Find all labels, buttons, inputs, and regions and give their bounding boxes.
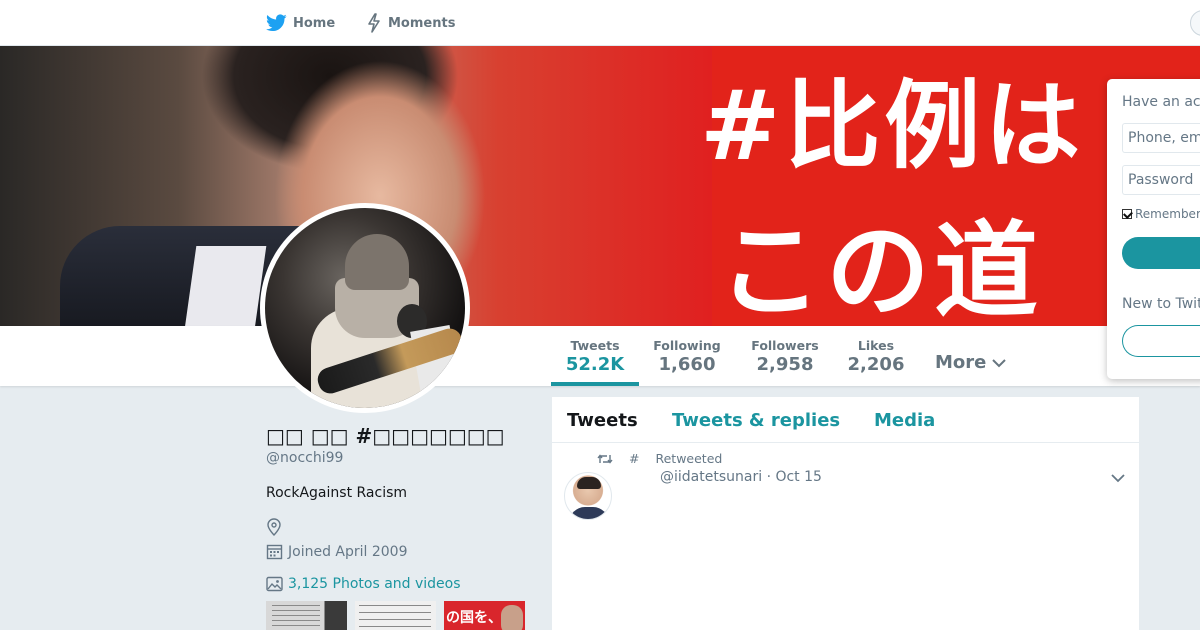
remember-me-checkbox[interactable]	[1122, 209, 1132, 219]
login-button[interactable]	[1122, 237, 1200, 269]
tab-tweets-replies[interactable]: Tweets & replies	[672, 410, 840, 431]
banner-text-line1: #比例は	[700, 70, 1085, 182]
stat-following-label: Following	[653, 338, 721, 353]
timeline: Tweets Tweets & replies Media # Retweete…	[552, 397, 1139, 630]
timeline-tabs: Tweets Tweets & replies Media	[552, 397, 1139, 443]
tab-tweets[interactable]: Tweets	[567, 410, 638, 431]
thumbnail-text: の国を、	[446, 610, 502, 626]
nav-moments-label: Moments	[388, 15, 456, 31]
top-nav: Home Moments	[0, 0, 1200, 46]
stat-followers-label: Followers	[751, 338, 819, 353]
banner-collar	[183, 246, 267, 326]
profile-location	[266, 517, 536, 537]
nav-search-stub[interactable]	[1190, 10, 1200, 36]
tab-media[interactable]: Media	[874, 410, 935, 431]
nav-home-label: Home	[293, 15, 336, 31]
nav-moments[interactable]: Moments	[366, 12, 455, 34]
lightning-icon	[366, 13, 382, 33]
remember-me-label: Remember me	[1135, 207, 1200, 221]
tweet-separator: ·	[766, 469, 772, 485]
active-stat-underline	[551, 382, 639, 386]
login-title: Have an account?	[1122, 94, 1200, 110]
profile-bio: RockAgainst Racism	[266, 485, 408, 501]
new-to-twitter-label: New to Twitter?	[1122, 296, 1200, 312]
login-password-input[interactable]	[1122, 165, 1200, 195]
photos-videos-label: 3,125 Photos and videos	[288, 576, 461, 592]
photo-thumbnail[interactable]	[355, 601, 436, 630]
stat-tweets-label: Tweets	[570, 338, 620, 353]
tweet-header: @iidatetsunari · Oct 15	[660, 469, 822, 485]
more-label: More	[935, 352, 987, 373]
twitter-bird-icon	[266, 14, 287, 32]
banner-text-line2: この道	[718, 210, 1043, 326]
stat-likes-label: Likes	[857, 338, 895, 353]
retweet-context: # Retweeted	[597, 451, 722, 466]
stat-tweets[interactable]: Tweets 52.2K	[551, 338, 639, 375]
photo-thumbnail[interactable]: の国を、	[444, 601, 525, 630]
retweet-icon	[597, 453, 613, 465]
chevron-down-icon	[992, 358, 1007, 368]
image-icon	[266, 576, 283, 592]
profile-sidebar: □□ □□ #□□□□□□□ @nocchi99 RockAgainst Rac…	[266, 424, 536, 630]
tweet-author-avatar[interactable]	[564, 472, 612, 520]
profile-handle[interactable]: @nocchi99	[266, 450, 536, 466]
stat-likes[interactable]: Likes 2,206	[842, 338, 910, 375]
remember-me[interactable]: Remember me	[1122, 207, 1200, 221]
profile-nav: Tweets 52.2K Following 1,660 Followers 2…	[0, 326, 1200, 386]
photo-thumbnails: の国を、	[266, 601, 536, 630]
more-button[interactable]: More	[935, 352, 1007, 373]
stat-followers[interactable]: Followers 2,958	[744, 338, 826, 375]
tweet-author-handle[interactable]: @iidatetsunari	[660, 469, 762, 485]
tweet-menu-chevron-icon[interactable]	[1111, 473, 1125, 483]
stat-tweets-value: 52.2K	[565, 354, 625, 375]
retweeted-label: Retweeted	[655, 451, 723, 466]
stat-followers-value: 2,958	[756, 354, 814, 375]
profile-avatar[interactable]	[260, 203, 470, 413]
signup-button[interactable]	[1122, 325, 1200, 357]
profile-joined: Joined April 2009	[266, 543, 536, 560]
photos-videos-link[interactable]: 3,125 Photos and videos	[266, 576, 536, 592]
login-phone-input[interactable]	[1122, 123, 1200, 153]
tweet-date[interactable]: Oct 15	[775, 469, 821, 485]
stat-following-value: 1,660	[658, 354, 716, 375]
profile-joined-text: Joined April 2009	[288, 543, 408, 560]
retweeter-name[interactable]: #	[629, 451, 639, 466]
nav-home[interactable]: Home	[266, 12, 335, 34]
location-pin-icon	[266, 518, 282, 536]
profile-fullname[interactable]: □□ □□ #□□□□□□□	[266, 424, 536, 448]
stat-likes-value: 2,206	[847, 354, 905, 375]
avatar-photo	[265, 208, 465, 408]
calendar-icon	[266, 543, 283, 560]
photo-thumbnail[interactable]	[266, 601, 347, 630]
tweet-item[interactable]: # Retweeted @iidatetsunari · Oct 15	[552, 443, 1139, 630]
stat-following[interactable]: Following 1,660	[647, 338, 727, 375]
profile-banner: #比例は この道	[0, 46, 1200, 326]
login-dropdown: Have an account? Remember me New to Twit…	[1107, 79, 1200, 379]
